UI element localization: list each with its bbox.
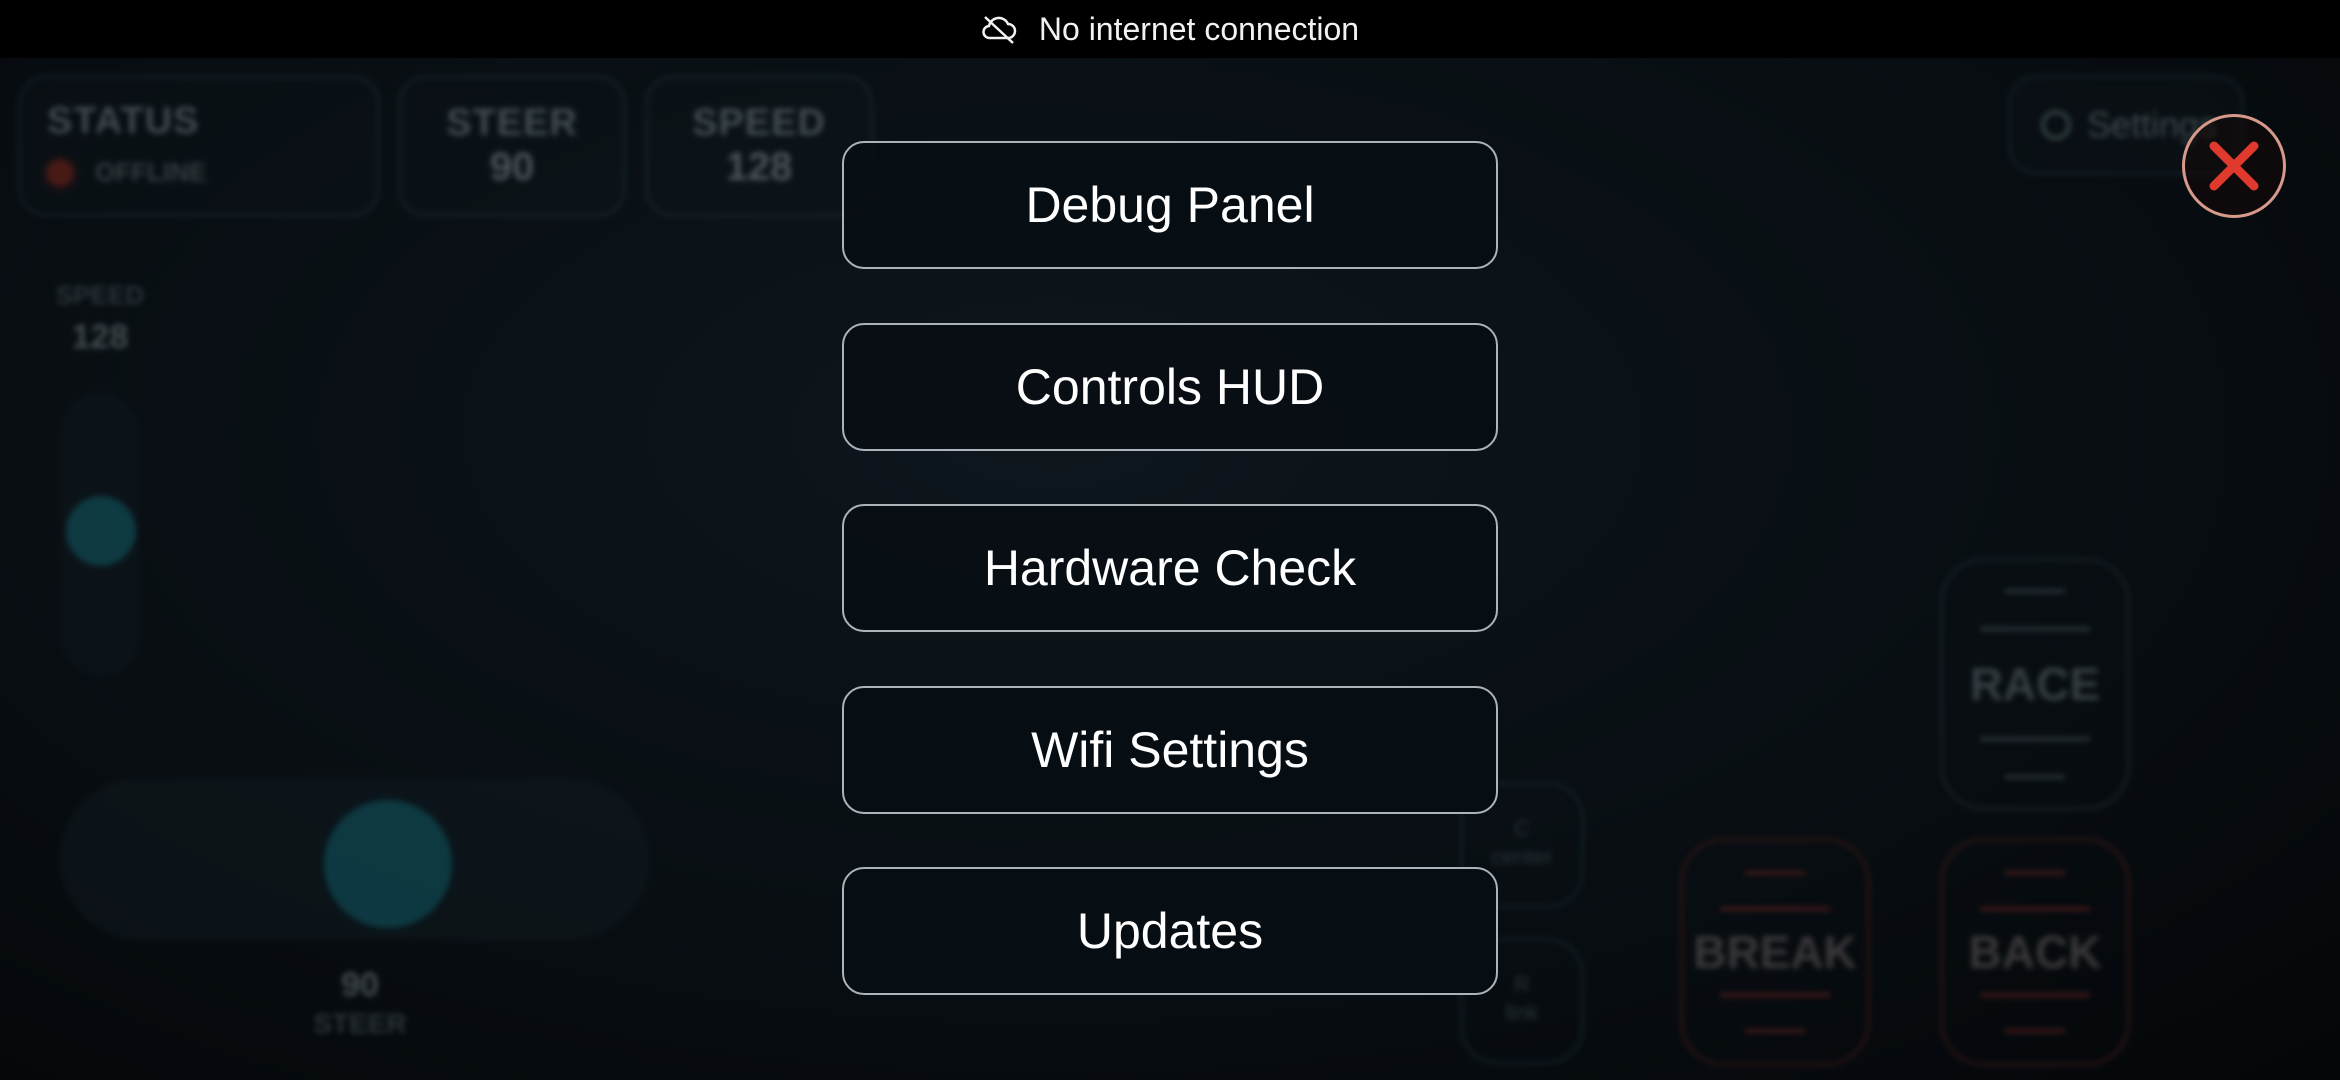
menu-item-updates[interactable]: Updates [842,867,1498,995]
network-status-banner: No internet connection [0,0,2340,58]
close-x-icon [2209,141,2259,191]
menu-item-debug-panel[interactable]: Debug Panel [842,141,1498,269]
menu-item-controls-hud[interactable]: Controls HUD [842,323,1498,451]
menu-item-wifi-settings[interactable]: Wifi Settings [842,686,1498,814]
app-screen: No internet connection STATUS OFFLINE ST… [0,0,2340,1080]
network-status-text: No internet connection [1038,10,1360,47]
close-menu-button[interactable] [2182,114,2286,218]
menu-item-hardware-check[interactable]: Hardware Check [842,504,1498,632]
cloud-off-icon [982,16,1017,44]
